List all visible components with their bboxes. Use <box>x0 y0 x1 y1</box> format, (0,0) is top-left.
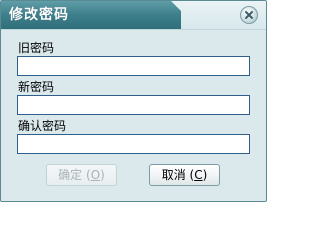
old-password-field[interactable] <box>17 56 250 76</box>
cancel-accel-key: C <box>194 168 203 182</box>
ok-accel-key: O <box>90 168 101 182</box>
ok-button[interactable]: 确定 (O) <box>46 164 117 186</box>
new-password-label: 新密码 <box>18 80 55 94</box>
ok-accel-close: ) <box>100 168 105 182</box>
close-button[interactable] <box>240 6 258 24</box>
confirm-password-field[interactable] <box>17 134 250 154</box>
change-password-dialog: 修改密码 旧密码 新密码 确认密码 确定 (O) 取消 (C) <box>0 0 267 202</box>
dialog-title: 修改密码 <box>9 7 69 23</box>
close-icon <box>245 11 253 19</box>
title-bar[interactable]: 修改密码 <box>1 1 266 30</box>
cancel-button-label: 取消 <box>161 168 186 182</box>
confirm-password-label: 确认密码 <box>18 119 67 133</box>
cancel-accel-close: ) <box>202 168 208 182</box>
old-password-label: 旧密码 <box>18 41 55 55</box>
cancel-button[interactable]: 取消 (C) <box>149 164 220 186</box>
new-password-field[interactable] <box>17 95 250 115</box>
ok-button-label: 确定 <box>58 168 83 182</box>
